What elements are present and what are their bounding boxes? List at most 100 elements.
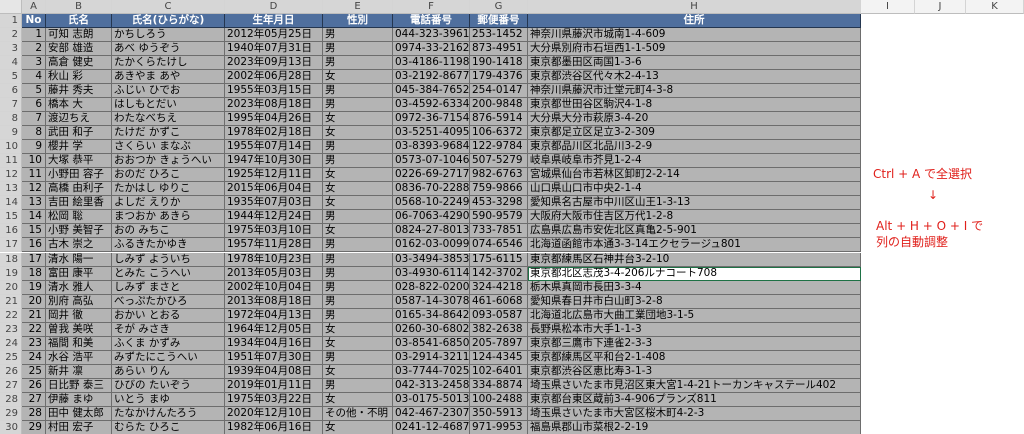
table-cell[interactable]: 205-7897 xyxy=(470,336,528,351)
table-cell[interactable]: おかい とおる xyxy=(112,308,225,323)
table-cell[interactable]: 1995年04月26日 xyxy=(225,112,323,127)
table-cell[interactable]: 1972年04月13日 xyxy=(225,308,323,323)
table-cell[interactable]: 大阪府大阪市住吉区万代1-2-8 xyxy=(528,210,861,225)
table-cell[interactable]: 0836-70-2288 xyxy=(393,182,470,197)
table-cell[interactable]: 福島県郡山市菜根2-2-19 xyxy=(528,420,861,434)
table-cell[interactable]: 03-5251-4095 xyxy=(393,126,470,141)
row-header-8[interactable]: 8 xyxy=(0,112,22,127)
table-cell[interactable]: かちしろう xyxy=(112,28,225,43)
table-cell[interactable]: むらた ひろこ xyxy=(112,420,225,434)
table-cell[interactable]: 女 xyxy=(323,392,393,407)
table-cell[interactable]: 清水 陽一 xyxy=(46,252,112,267)
table-cell[interactable]: 宮城県仙台市若林区卸町2-2-14 xyxy=(528,168,861,183)
table-cell[interactable]: 新井 凛 xyxy=(46,364,112,379)
table-cell[interactable]: 1955年07月14日 xyxy=(225,140,323,155)
table-cell[interactable]: 2023年08月18日 xyxy=(225,98,323,113)
column-header-B[interactable]: B xyxy=(46,0,112,14)
row-header-5[interactable]: 5 xyxy=(0,70,22,85)
table-cell[interactable]: 350-5913 xyxy=(470,406,528,421)
empty-cell[interactable] xyxy=(861,14,915,29)
row-header-24[interactable]: 24 xyxy=(0,336,22,351)
table-cell[interactable]: 0241-12-4687 xyxy=(393,420,470,434)
table-cell[interactable]: 0824-27-8013 xyxy=(393,224,470,239)
table-cell[interactable]: 334-8874 xyxy=(470,378,528,393)
table-cell[interactable]: 03-4186-1198 xyxy=(393,56,470,71)
header-cell[interactable]: No xyxy=(22,14,46,29)
table-cell[interactable]: 106-6372 xyxy=(470,126,528,141)
row-header-14[interactable]: 14 xyxy=(0,196,22,211)
table-cell[interactable]: 水谷 浩平 xyxy=(46,350,112,365)
table-cell[interactable]: 03-8541-6850 xyxy=(393,336,470,351)
row-header-10[interactable]: 10 xyxy=(0,140,22,155)
row-header-19[interactable]: 19 xyxy=(0,266,22,281)
table-cell[interactable]: 愛知県春日井市白山町3-2-8 xyxy=(528,294,861,309)
table-cell[interactable]: 1975年03月22日 xyxy=(225,392,323,407)
table-cell[interactable]: おおつか きょうへい xyxy=(112,154,225,169)
table-cell[interactable]: あきやま あや xyxy=(112,70,225,85)
table-cell[interactable]: 男 xyxy=(323,238,393,253)
row-header-23[interactable]: 23 xyxy=(0,322,22,337)
table-cell[interactable]: 2015年06月04日 xyxy=(225,182,323,197)
table-cell[interactable]: 124-4345 xyxy=(470,350,528,365)
table-cell[interactable]: 東京都足立区足立3-2-309 xyxy=(528,126,861,141)
row-header-9[interactable]: 9 xyxy=(0,126,22,141)
table-cell[interactable]: 秋山 彩 xyxy=(46,70,112,85)
table-cell[interactable]: 042-313-2458 xyxy=(393,378,470,393)
table-cell[interactable]: 1935年07月03日 xyxy=(225,196,323,211)
column-header-F[interactable]: F xyxy=(393,0,470,14)
table-cell[interactable]: 19 xyxy=(22,280,46,295)
table-cell[interactable]: 0260-30-6802 xyxy=(393,322,470,337)
table-cell[interactable]: 29 xyxy=(22,420,46,434)
table-cell[interactable]: 03-0175-5013 xyxy=(393,392,470,407)
table-cell[interactable]: 28 xyxy=(22,406,46,421)
table-cell[interactable]: 東京都三鷹市下連雀2-3-3 xyxy=(528,336,861,351)
table-cell[interactable]: 461-6068 xyxy=(470,294,528,309)
table-cell[interactable]: 03-3494-3853 xyxy=(393,252,470,267)
table-cell[interactable]: 小野 美智子 xyxy=(46,224,112,239)
table-cell[interactable]: 女 xyxy=(323,196,393,211)
table-cell[interactable]: 7 xyxy=(22,112,46,127)
table-cell[interactable]: 1955年03月15日 xyxy=(225,84,323,99)
table-cell[interactable]: 1951年07月30日 xyxy=(225,350,323,365)
table-cell[interactable]: 清水 雅人 xyxy=(46,280,112,295)
table-cell[interactable]: 093-0587 xyxy=(470,308,528,323)
table-cell[interactable]: 0165-34-8642 xyxy=(393,308,470,323)
row-header-20[interactable]: 20 xyxy=(0,280,22,295)
table-cell[interactable]: そが みさき xyxy=(112,322,225,337)
table-cell[interactable]: 女 xyxy=(323,112,393,127)
table-cell[interactable]: 東京都渋谷区恵比寿3-1-3 xyxy=(528,364,861,379)
row-header-11[interactable]: 11 xyxy=(0,154,22,169)
table-cell[interactable]: 0568-10-2249 xyxy=(393,196,470,211)
table-cell[interactable]: 200-9848 xyxy=(470,98,528,113)
table-cell[interactable]: さくらい まなぶ xyxy=(112,140,225,155)
table-cell[interactable]: 179-4376 xyxy=(470,70,528,85)
table-cell[interactable]: 1947年10月30日 xyxy=(225,154,323,169)
column-header-K[interactable]: K xyxy=(966,0,1024,14)
row-header-13[interactable]: 13 xyxy=(0,182,22,197)
table-cell[interactable]: 2012年05月25日 xyxy=(225,28,323,43)
table-cell[interactable]: 190-1418 xyxy=(470,56,528,71)
table-cell[interactable]: 2002年06月28日 xyxy=(225,70,323,85)
table-cell[interactable]: 女 xyxy=(323,364,393,379)
table-cell[interactable]: 971-9953 xyxy=(470,420,528,434)
table-cell[interactable]: 男 xyxy=(323,84,393,99)
row-header-30[interactable]: 30 xyxy=(0,420,22,434)
column-header-H[interactable]: H xyxy=(528,0,861,14)
header-cell[interactable]: 住所 xyxy=(528,14,861,29)
table-cell[interactable]: 2013年05月03日 xyxy=(225,266,323,281)
table-cell[interactable]: 富田 康平 xyxy=(46,266,112,281)
table-cell[interactable]: 12 xyxy=(22,182,46,197)
header-cell[interactable]: 氏名(ひらがな) xyxy=(112,14,225,29)
table-cell[interactable]: 北海道函館市本通3-3-14エクセラージュ801 xyxy=(528,238,861,253)
table-cell[interactable]: 男 xyxy=(323,350,393,365)
column-header-I[interactable]: I xyxy=(861,0,915,14)
table-cell[interactable]: 11 xyxy=(22,168,46,183)
table-cell[interactable]: ふじい ひでお xyxy=(112,84,225,99)
table-cell[interactable]: 382-2638 xyxy=(470,322,528,337)
table-cell[interactable]: 03-4592-6334 xyxy=(393,98,470,113)
table-cell[interactable]: 小野田 容子 xyxy=(46,168,112,183)
table-cell[interactable]: 大分県別府市石垣西1-1-509 xyxy=(528,42,861,57)
table-cell[interactable]: 03-2192-8677 xyxy=(393,70,470,85)
table-cell[interactable]: 松岡 聡 xyxy=(46,210,112,225)
row-header-26[interactable]: 26 xyxy=(0,364,22,379)
